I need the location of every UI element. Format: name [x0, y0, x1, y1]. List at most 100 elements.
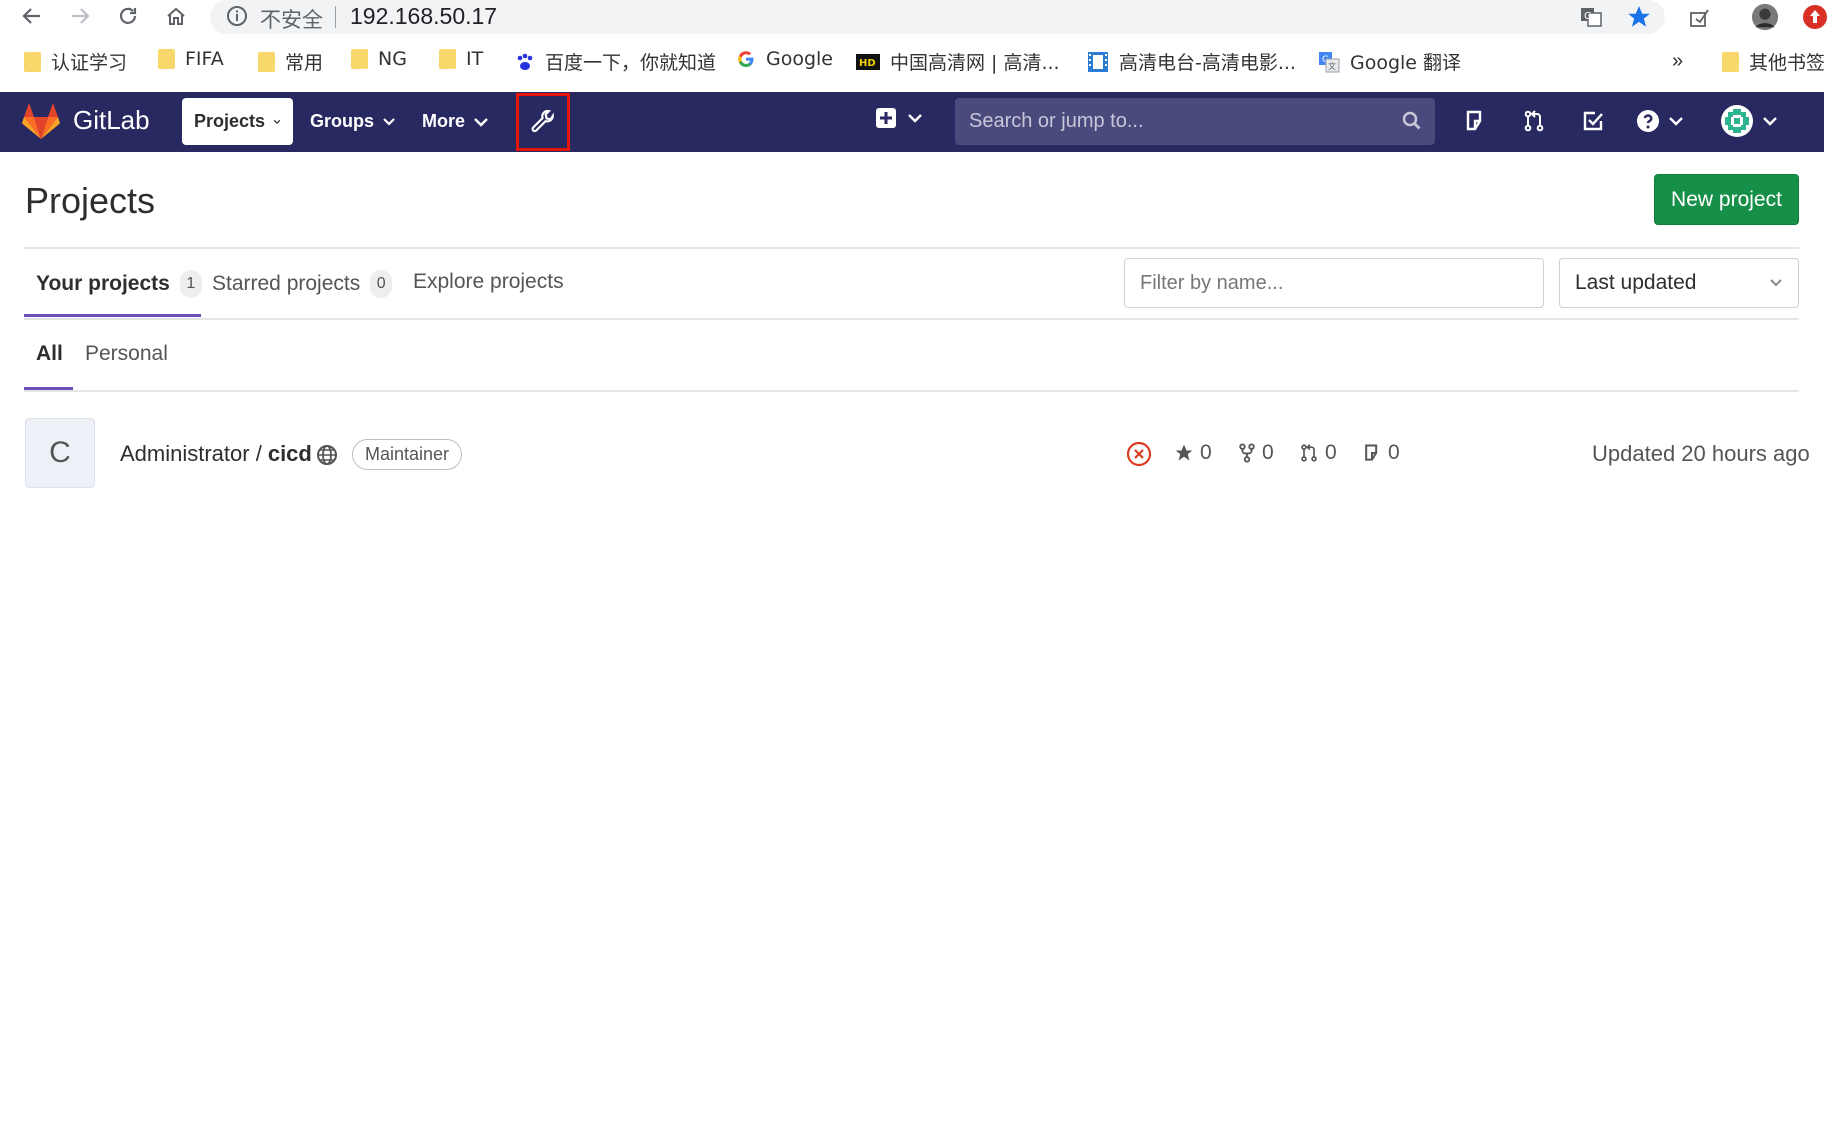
search-icon [1401, 110, 1423, 137]
bookmark-item[interactable]: HD 中国高清网 | 高清... [856, 48, 1060, 75]
forward-button[interactable] [66, 2, 94, 30]
update-icon[interactable] [1801, 3, 1827, 31]
bookmark-item[interactable]: 认证学习 [24, 48, 127, 75]
chevron-down-icon [1770, 279, 1782, 287]
new-item-dropdown[interactable] [875, 107, 923, 129]
info-icon[interactable] [226, 5, 248, 32]
bookmark-label: 认证学习 [51, 52, 128, 74]
issues-icon[interactable] [1460, 106, 1490, 136]
project-link[interactable]: Administrator / cicd [120, 441, 312, 467]
issues-count[interactable]: 0 [1362, 441, 1400, 465]
merge-requests-icon[interactable] [1519, 106, 1549, 136]
tab-starred-projects[interactable]: Starred projects 0 [212, 270, 393, 298]
translate-icon: G文 [1319, 51, 1340, 72]
folder-icon [258, 51, 275, 72]
bookmark-item[interactable]: 百度一下，你就知道 [515, 48, 716, 75]
chevron-down-icon [1763, 117, 1777, 126]
profile-avatar-icon[interactable] [1751, 3, 1779, 31]
bookmark-item[interactable]: FIFA [158, 48, 224, 70]
home-icon [167, 7, 185, 25]
user-menu-dropdown[interactable] [1718, 105, 1780, 137]
forks-count[interactable]: 0 [1238, 441, 1274, 465]
subtab-personal[interactable]: Personal [85, 342, 168, 366]
divider [24, 247, 1799, 249]
svg-text:文: 文 [1328, 61, 1336, 71]
bookmarks-overflow-button[interactable]: » [1672, 50, 1683, 73]
sort-dropdown[interactable]: Last updated [1559, 258, 1799, 308]
project-avatar[interactable]: C [25, 418, 95, 488]
tab-explore-projects[interactable]: Explore projects [413, 270, 564, 294]
admin-area-button[interactable] [516, 93, 570, 151]
tab-your-projects[interactable]: Your projects 1 [36, 270, 202, 298]
folder-icon [439, 49, 456, 69]
merge-requests-count[interactable]: 0 [1299, 441, 1337, 465]
forks-value: 0 [1262, 441, 1274, 464]
nav-projects-dropdown[interactable]: Projects [182, 98, 293, 145]
bookmark-item[interactable]: G文 Google 翻译 [1318, 48, 1461, 75]
address-separator [335, 6, 336, 28]
bookmark-label: Google [766, 48, 834, 70]
back-button[interactable] [18, 2, 46, 30]
divider [24, 390, 1799, 392]
sort-label: Last updated [1575, 271, 1697, 294]
extension-icon[interactable] [1686, 3, 1714, 31]
nav-more-label: More [422, 111, 466, 131]
bookmark-item[interactable]: NG [351, 48, 407, 70]
star-icon [1175, 444, 1193, 461]
browser-toolbar: 不安全 192.168.50.17 G [0, 0, 1827, 34]
bookmark-label: Google 翻译 [1350, 52, 1462, 74]
bookmark-label: 常用 [285, 52, 324, 74]
issues-value: 0 [1388, 441, 1400, 464]
bookmark-item[interactable]: Google [736, 48, 833, 70]
hd-icon: HD [856, 53, 880, 70]
reload-button[interactable] [114, 2, 142, 30]
bookmark-item[interactable]: IT [439, 48, 483, 70]
gitlab-navbar: GitLab Projects Groups More Search or ju… [0, 92, 1824, 152]
plus-square-icon [876, 108, 896, 128]
gitlab-logo-icon[interactable] [22, 104, 60, 145]
bookmark-item[interactable]: 其他书签 [1722, 48, 1825, 75]
role-badge: Maintainer [352, 439, 463, 470]
chevron-down-icon [273, 119, 281, 124]
updated-time: Updated 20 hours ago [1592, 441, 1810, 466]
translate-page-icon[interactable]: G [1577, 3, 1605, 31]
bookmark-star-icon[interactable] [1625, 3, 1653, 31]
gitlab-brand[interactable]: GitLab [73, 105, 150, 136]
folder-icon [1722, 51, 1739, 72]
filter-by-name-input[interactable] [1124, 258, 1544, 308]
stars-value: 0 [1200, 441, 1212, 464]
project-name: cicd [267, 441, 312, 466]
url-text[interactable]: 192.168.50.17 [350, 3, 497, 30]
svg-text:HD: HD [859, 58, 876, 69]
todos-icon[interactable] [1578, 106, 1608, 136]
bookmark-label: 中国高清网 | 高清... [890, 52, 1060, 74]
new-project-button[interactable]: New project [1654, 174, 1799, 225]
help-dropdown[interactable] [1632, 106, 1688, 136]
tab-count-badge: 0 [370, 270, 393, 298]
bookmark-label: FIFA [185, 48, 224, 70]
baidu-icon [517, 53, 533, 70]
search-input[interactable]: Search or jump to... [955, 98, 1435, 145]
subtab-all[interactable]: All [36, 342, 63, 366]
svg-text:G: G [1584, 11, 1592, 22]
issue-icon [1365, 444, 1378, 461]
bookmark-item[interactable]: 常用 [258, 48, 323, 75]
film-icon [1088, 51, 1108, 72]
chevron-down-icon [1669, 117, 1683, 126]
folder-icon [158, 49, 175, 69]
active-tab-indicator [24, 314, 201, 317]
divider [24, 318, 1799, 320]
folder-icon [351, 49, 368, 69]
nav-more-dropdown[interactable]: More [410, 98, 501, 145]
page-title: Projects [25, 180, 156, 221]
home-button[interactable] [162, 2, 190, 30]
merge-request-icon [1301, 444, 1317, 462]
folder-icon [24, 51, 41, 72]
nav-groups-label: Groups [310, 111, 375, 131]
nav-groups-dropdown[interactable]: Groups [298, 98, 408, 145]
pipeline-status-failed-icon[interactable] [1126, 441, 1152, 467]
forward-arrow-icon [72, 8, 90, 24]
stars-count[interactable]: 0 [1174, 441, 1212, 465]
bookmark-item[interactable]: 高清电台-高清电影... [1087, 48, 1296, 75]
nav-projects-label: Projects [194, 111, 266, 131]
